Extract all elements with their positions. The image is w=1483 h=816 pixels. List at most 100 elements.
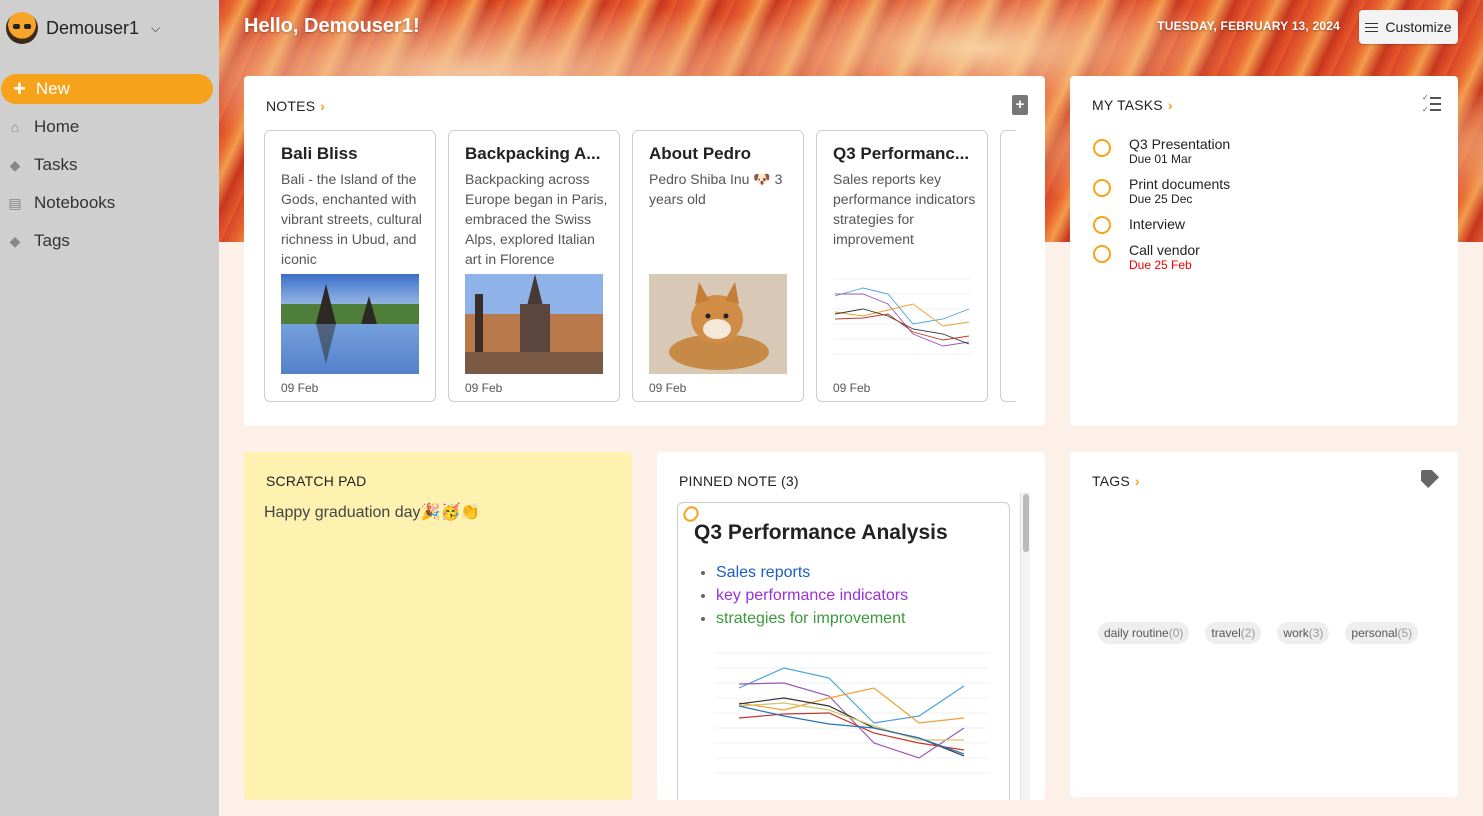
tag-list: daily routine(0) travel(2) work(3) perso… bbox=[1098, 622, 1419, 644]
scratch-pad-widget: SCRATCH PAD Happy graduation day🎉🥳👏 bbox=[244, 452, 632, 800]
tag-count: (2) bbox=[1240, 626, 1256, 640]
customize-button[interactable]: Customize bbox=[1359, 10, 1458, 44]
sliders-icon bbox=[1365, 22, 1379, 33]
note-card[interactable]: Backpacking A... Backpacking across Euro… bbox=[448, 130, 620, 402]
note-date: 09 Feb bbox=[281, 381, 319, 395]
bali-temple-image bbox=[281, 274, 419, 374]
task-item[interactable]: Q3 Presentation Due 01 Mar bbox=[1093, 136, 1230, 166]
tag-count: (3) bbox=[1308, 626, 1324, 640]
tag-name: personal bbox=[1351, 626, 1398, 640]
plus-icon: + bbox=[13, 76, 26, 101]
customize-label: Customize bbox=[1385, 19, 1452, 35]
notes-title: NOTES bbox=[266, 98, 316, 114]
current-date: TUESDAY, FEBRUARY 13, 2024 bbox=[1157, 19, 1340, 33]
task-due: Due 01 Mar bbox=[1129, 152, 1192, 166]
note-title: Bali Bliss bbox=[281, 144, 358, 163]
pinned-note-widget: PINNED NOTE (3) Q3 Performance Analysis … bbox=[657, 452, 1045, 800]
tags-widget: TAGS › daily routine(0) travel(2) work(3)… bbox=[1070, 452, 1458, 797]
sidebar-item-tasks[interactable]: ◆ Tasks bbox=[0, 146, 219, 184]
tag-chip[interactable]: personal(5) bbox=[1345, 622, 1419, 644]
sidebar-item-label: Notebooks bbox=[34, 193, 116, 212]
pinned-note-title: PINNED NOTE (3) bbox=[679, 473, 799, 489]
task-item[interactable]: Interview bbox=[1093, 216, 1185, 234]
embedded-line-chart-image bbox=[714, 652, 989, 774]
task-list-icon[interactable]: ✓ ✓ bbox=[1422, 93, 1441, 114]
chevron-right-icon: › bbox=[1134, 473, 1140, 489]
task-item[interactable]: Call vendor Due 25 Feb bbox=[1093, 242, 1200, 272]
tag-name: travel bbox=[1211, 626, 1241, 640]
account-switcher[interactable]: Demouser1 ⌵ bbox=[6, 12, 160, 44]
pinned-note-scrollbar[interactable] bbox=[1020, 492, 1030, 800]
tag-count: (0) bbox=[1168, 626, 1184, 640]
pinned-note-card[interactable]: Q3 Performance Analysis Sales reports ke… bbox=[677, 502, 1010, 800]
task-checkbox[interactable] bbox=[1093, 179, 1111, 197]
notes-widget: NOTES› Bali Bliss Bali - the Island of t… bbox=[244, 76, 1045, 426]
sidebar-item-notebooks[interactable]: ▤ Notebooks bbox=[0, 184, 219, 222]
task-due: Due 25 Dec bbox=[1129, 192, 1193, 206]
shiba-dog-image bbox=[649, 274, 787, 374]
chevron-down-icon: ⌵ bbox=[151, 20, 161, 35]
bullet-text: key performance indicators bbox=[716, 587, 909, 604]
note-snippet: Pedro Shiba Inu 🐶 3 years old bbox=[649, 171, 783, 207]
note-card[interactable]: Q3 Performanc... Sales reports key perfo… bbox=[816, 130, 988, 402]
sidebar-item-label: Home bbox=[34, 117, 80, 136]
tags-title-link[interactable]: TAGS › bbox=[1092, 473, 1140, 489]
note-date: 09 Feb bbox=[833, 381, 871, 395]
task-name: Call vendor bbox=[1129, 242, 1200, 258]
bullet-item: Sales reports bbox=[716, 561, 908, 584]
note-title: Backpacking A... bbox=[465, 144, 601, 163]
new-button[interactable]: + New bbox=[1, 74, 213, 104]
sidebar-item-label: Tasks bbox=[34, 155, 78, 174]
tasks-title: MY TASKS bbox=[1092, 97, 1163, 113]
bullet-text: strategies for improvement bbox=[716, 610, 906, 627]
pinned-note-heading: Q3 Performance Analysis bbox=[694, 521, 948, 544]
sidebar-item-home[interactable]: ⌂ Home bbox=[0, 108, 219, 146]
scrollbar-thumb[interactable] bbox=[1023, 494, 1029, 552]
bullet-item: key performance indicators bbox=[716, 584, 908, 607]
note-date: 09 Feb bbox=[649, 381, 687, 395]
task-name: Interview bbox=[1129, 216, 1186, 232]
sidebar-nav: ⌂ Home ◆ Tasks ▤ Notebooks ◆ Tags bbox=[0, 108, 219, 260]
note-card[interactable] bbox=[1000, 130, 1016, 402]
tag-name: daily routine bbox=[1104, 626, 1169, 640]
chevron-right-icon: › bbox=[1167, 97, 1173, 113]
chevron-right-icon: › bbox=[320, 98, 326, 114]
task-checkbox[interactable] bbox=[1093, 139, 1111, 157]
pinned-note-bullets: Sales reports key performance indicators… bbox=[716, 561, 908, 630]
task-checkbox[interactable] bbox=[1093, 216, 1111, 234]
sidebar-item-tags[interactable]: ◆ Tags bbox=[0, 222, 219, 260]
tasks-widget: MY TASKS › ✓ ✓ Q3 Presentation Due 01 Mar… bbox=[1070, 76, 1458, 426]
bullet-item: strategies for improvement bbox=[716, 607, 908, 630]
tag-chip[interactable]: work(3) bbox=[1277, 622, 1330, 644]
task-checkbox[interactable] bbox=[1093, 245, 1111, 263]
notes-title-link[interactable]: NOTES › bbox=[266, 98, 325, 114]
prague-bridge-image bbox=[465, 274, 603, 374]
note-snippet: Sales reports key performance indicators… bbox=[833, 171, 976, 247]
task-name: Q3 Presentation bbox=[1129, 136, 1231, 152]
tag-chip[interactable]: travel(2) bbox=[1205, 622, 1262, 644]
tag-icon: ◆ bbox=[9, 156, 21, 173]
tag-count: (5) bbox=[1397, 626, 1413, 640]
task-name: Print documents bbox=[1129, 176, 1231, 192]
tasks-title-link[interactable]: MY TASKS › bbox=[1092, 97, 1173, 113]
scratch-pad-title: SCRATCH PAD bbox=[266, 473, 367, 489]
tag-icon: ◆ bbox=[9, 232, 21, 249]
note-snippet: Backpacking across Europe began in Paris… bbox=[465, 171, 608, 267]
note-title: About Pedro bbox=[649, 144, 751, 163]
scratch-pad-text[interactable]: Happy graduation day🎉🥳👏 bbox=[264, 502, 480, 522]
home-icon: ⌂ bbox=[10, 119, 20, 135]
note-card[interactable]: About Pedro Pedro Shiba Inu 🐶 3 years ol… bbox=[632, 130, 804, 402]
avatar bbox=[6, 12, 38, 44]
note-card[interactable]: Bali Bliss Bali - the Island of the Gods… bbox=[264, 130, 436, 402]
tags-title: TAGS bbox=[1092, 473, 1130, 489]
bullet-text: Sales reports bbox=[716, 564, 811, 581]
task-item[interactable]: Print documents Due 25 Dec bbox=[1093, 176, 1230, 206]
note-snippet: Bali - the Island of the Gods, enchanted… bbox=[281, 171, 422, 267]
tag-chip[interactable]: daily routine(0) bbox=[1098, 622, 1190, 644]
add-note-icon[interactable] bbox=[1012, 95, 1028, 115]
account-name: Demouser1 bbox=[46, 17, 140, 38]
tag-icon[interactable] bbox=[1421, 470, 1439, 488]
note-title: Q3 Performanc... bbox=[833, 144, 970, 163]
new-button-label: New bbox=[35, 79, 70, 98]
sidebar-item-label: Tags bbox=[34, 231, 70, 250]
